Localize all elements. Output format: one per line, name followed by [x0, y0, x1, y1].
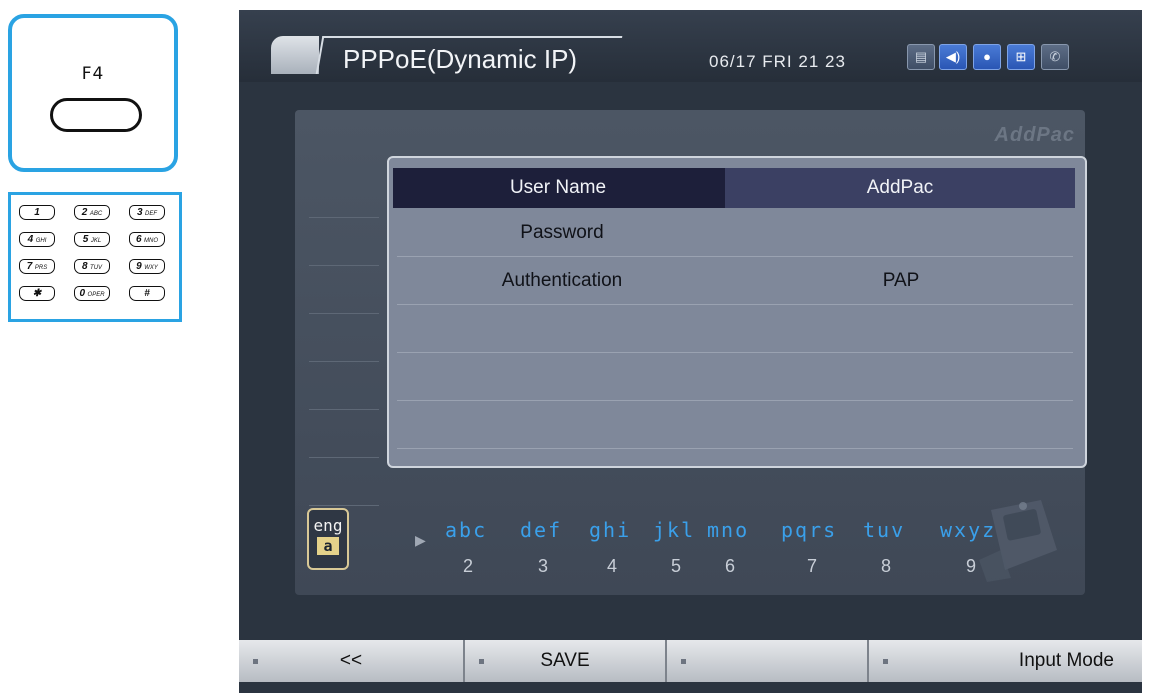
- keypad-key-digit: 9: [136, 261, 142, 272]
- keypad-key-digit: 6: [135, 234, 142, 245]
- ime-digit: 7: [807, 556, 818, 576]
- keypad-key-digit: 8: [81, 261, 88, 272]
- setting-label: User Name: [509, 177, 607, 198]
- page-title: PPPoE(Dynamic IP): [343, 44, 578, 74]
- softkey-label: SAVE: [540, 650, 590, 671]
- keypad-key-digit: 5: [82, 234, 89, 245]
- function-key-button[interactable]: [50, 98, 142, 132]
- ime-letter-group: abc: [445, 518, 488, 542]
- setting-row-empty[interactable]: [397, 402, 1073, 449]
- ime-digit: 5: [671, 556, 682, 576]
- ime-digit: 4: [607, 556, 618, 576]
- keypad-key-letters: PRS: [34, 265, 48, 271]
- keypad-key-digit: 3: [136, 207, 143, 218]
- keypad-key[interactable]: 5 JKL: [74, 232, 110, 247]
- ime-digit: 6: [725, 556, 736, 576]
- user-icon: ●: [973, 44, 1001, 70]
- title-bar: PPPoE(Dynamic IP) 06/17 FRI 21 23 ▤ ◀) ●…: [239, 10, 1142, 82]
- pppoe-settings-form: User Name AddPac Password Authentication PAP: [387, 156, 1087, 468]
- softkey-4[interactable]: Input Mode: [869, 640, 1142, 682]
- keypad-key[interactable]: 2 ABC: [74, 205, 110, 220]
- keypad-key-letters: JKL: [90, 238, 102, 244]
- keypad-key[interactable]: 1: [19, 205, 55, 220]
- ime-letter-group: ghi: [589, 518, 632, 542]
- setting-value[interactable]: [729, 306, 1073, 352]
- setting-value[interactable]: [729, 354, 1073, 400]
- side-decoration: [309, 170, 379, 506]
- softkey-label: Input Mode: [1018, 650, 1114, 671]
- keypad-key-digit: 2: [81, 207, 88, 218]
- keypad-key[interactable]: 6 MNO: [129, 232, 165, 247]
- brand-watermark: AddPac: [994, 124, 1075, 146]
- function-key-label: F4: [81, 64, 105, 84]
- keypad-key[interactable]: 4 GHI: [19, 232, 55, 247]
- keypad-key-letters: DEF: [145, 211, 158, 217]
- setting-label: [397, 402, 727, 448]
- ime-letter-group: jkl: [653, 518, 696, 542]
- setting-value[interactable]: PAP: [729, 258, 1073, 304]
- device-screen: PPPoE(Dynamic IP) 06/17 FRI 21 23 ▤ ◀) ●…: [239, 10, 1142, 693]
- softkey-1[interactable]: <<: [239, 640, 465, 682]
- ime-letter-group: tuv: [863, 518, 906, 542]
- handset-icon: ✆: [1041, 44, 1069, 70]
- chevron-right-icon: ▶: [415, 532, 426, 548]
- ime-letter-group: pqrs: [781, 518, 838, 542]
- keypad-key[interactable]: 8 TUV: [74, 259, 110, 274]
- dial-keypad: 1 2 ABC 3 DEF 4 GHI 5 JKL 6 MNO 7 PRS 8 TUV 9 WX…: [8, 192, 182, 322]
- setting-label: [397, 354, 727, 400]
- ime-digit: 8: [881, 556, 892, 576]
- keypad-key-letters: MNO: [144, 238, 159, 244]
- function-key-panel: F4: [8, 14, 178, 172]
- setting-row-empty[interactable]: [397, 354, 1073, 401]
- setting-label: Authentication: [501, 270, 623, 291]
- setting-row-password[interactable]: Password: [397, 210, 1073, 257]
- input-mode-indicator: eng a: [307, 508, 349, 570]
- date-time: 06/17 FRI 21 23: [709, 52, 846, 71]
- ime-digit: 3: [538, 556, 549, 576]
- setting-value[interactable]: [729, 210, 1073, 256]
- setting-label: [397, 306, 727, 352]
- keypad-key-digit: 1: [34, 207, 40, 218]
- ime-letter-group: mno: [707, 518, 750, 542]
- videophone-graphic: [979, 500, 1057, 582]
- content-panel: AddPac User Name AddPac Password Authentica…: [295, 110, 1087, 595]
- keypad-key-digit: 0: [79, 288, 86, 299]
- setting-row-empty[interactable]: [397, 306, 1073, 353]
- keypad-key[interactable]: #: [129, 286, 165, 301]
- setting-row-user-name[interactable]: User Name AddPac: [393, 168, 1075, 208]
- keypad-key[interactable]: 3 DEF: [129, 205, 165, 220]
- ime-case: a: [317, 537, 339, 555]
- setting-value[interactable]: AddPac: [725, 168, 1075, 208]
- speaker-icon: ◀): [939, 44, 967, 70]
- keypad-key-letters: GHI: [35, 238, 47, 244]
- keypad-key[interactable]: ✱: [19, 286, 55, 301]
- keypad-key[interactable]: 7 PRS: [19, 259, 55, 274]
- keypad-key-letters: OPER: [87, 292, 105, 298]
- ime-letter-group: def: [520, 518, 563, 542]
- keypad-key[interactable]: 0 OPER: [74, 286, 110, 301]
- ime-language: eng: [313, 516, 343, 535]
- keypad-key-digit: #: [144, 288, 150, 299]
- network-icon: ⊞: [1007, 44, 1035, 70]
- keypad-key-letters: TUV: [90, 265, 103, 271]
- keypad-key-letters: WXY: [144, 265, 158, 271]
- keypad-key-letters: ABC: [89, 211, 103, 217]
- softkey-2[interactable]: SAVE: [465, 640, 667, 682]
- setting-row-authentication[interactable]: Authentication PAP: [397, 258, 1073, 305]
- keypad-key-digit: 4: [27, 234, 34, 245]
- title-tab-decoration: [271, 36, 319, 74]
- keypad-key-digit: ✱: [32, 288, 42, 299]
- softkey-bar: << SAVE Input Mode: [239, 640, 1142, 682]
- setting-label: Password: [520, 222, 604, 243]
- on-air-icon: ▤: [907, 44, 935, 70]
- softkey-label: <<: [339, 650, 363, 671]
- setting-value[interactable]: [729, 402, 1073, 448]
- softkey-3[interactable]: [667, 640, 869, 682]
- keypad-key-digit: 7: [26, 261, 33, 272]
- ime-digit: 2: [463, 556, 474, 576]
- softkey-label: [667, 640, 867, 682]
- keypad-key[interactable]: 9 WXY: [129, 259, 165, 274]
